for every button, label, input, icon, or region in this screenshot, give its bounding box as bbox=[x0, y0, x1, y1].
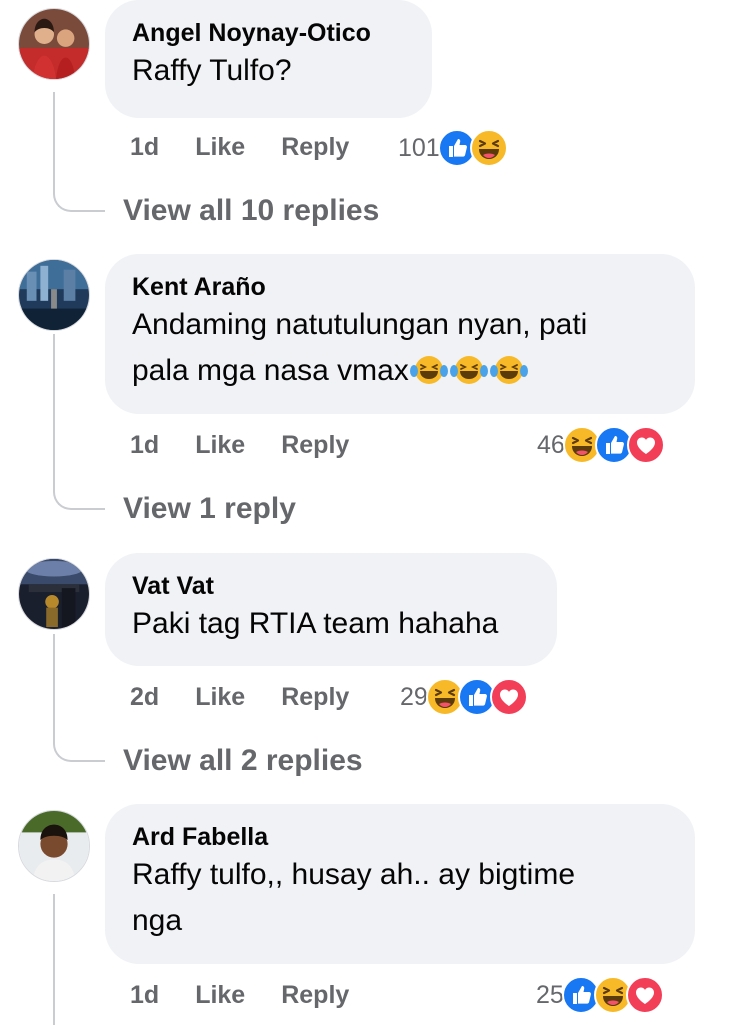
love-icon bbox=[627, 426, 665, 464]
laugh-crying-emoji bbox=[449, 354, 489, 386]
love-icon bbox=[626, 976, 664, 1014]
comment-bubble: Ard Fabella Raffy tulfo,, husay ah.. ay … bbox=[105, 804, 695, 964]
reaction-summary[interactable]: 101 bbox=[398, 127, 508, 169]
comment-time[interactable]: 1d bbox=[130, 431, 159, 460]
comment-text-line: Andaming natutulungan nyan, pati bbox=[132, 308, 588, 341]
reply-connector bbox=[53, 182, 105, 212]
comment-time[interactable]: 1d bbox=[130, 133, 159, 162]
comment-author[interactable]: Ard Fabella bbox=[132, 822, 667, 852]
haha-icon bbox=[470, 129, 508, 167]
comment-bubble: Vat Vat Paki tag RTIA team hahaha bbox=[105, 553, 557, 666]
avatar[interactable] bbox=[18, 8, 90, 80]
comment-actions: 1d Like Reply bbox=[130, 425, 385, 465]
comment-author[interactable]: Kent Araño bbox=[132, 272, 667, 302]
reply-connector bbox=[53, 480, 105, 510]
comment-bubble: Angel Noynay-Otico Raffy Tulfo? bbox=[105, 0, 432, 118]
comment-text-line: pala mga nasa vmax bbox=[132, 354, 409, 387]
like-button[interactable]: Like bbox=[195, 683, 245, 712]
laugh-crying-emoji bbox=[409, 354, 449, 386]
view-replies-link[interactable]: View 1 reply bbox=[123, 491, 296, 527]
reaction-count: 29 bbox=[400, 682, 428, 711]
comment-author[interactable]: Vat Vat bbox=[132, 571, 529, 601]
avatar[interactable] bbox=[18, 558, 90, 630]
reply-button[interactable]: Reply bbox=[281, 431, 349, 460]
like-button[interactable]: Like bbox=[195, 133, 245, 162]
comment-actions: 1d Like Reply bbox=[130, 127, 385, 167]
reaction-count: 101 bbox=[398, 133, 440, 162]
thread-line bbox=[53, 334, 55, 480]
reaction-summary[interactable]: 46 bbox=[537, 424, 665, 466]
love-icon bbox=[490, 678, 528, 716]
reaction-count: 25 bbox=[536, 980, 564, 1009]
comment-text-line: nga bbox=[132, 904, 183, 937]
reply-button[interactable]: Reply bbox=[281, 981, 349, 1010]
avatar[interactable] bbox=[18, 259, 90, 331]
reply-button[interactable]: Reply bbox=[281, 133, 349, 162]
thread-line bbox=[53, 894, 55, 1025]
like-button[interactable]: Like bbox=[195, 981, 245, 1010]
comment-actions: 2d Like Reply bbox=[130, 677, 385, 717]
reaction-count: 46 bbox=[537, 430, 565, 459]
comment-bubble: Kent Araño Andaming natutulungan nyan, p… bbox=[105, 254, 695, 414]
comment-text: Raffy Tulfo? bbox=[132, 54, 292, 87]
like-button[interactable]: Like bbox=[195, 431, 245, 460]
comment-time[interactable]: 2d bbox=[130, 683, 159, 712]
comment-actions: 1d Like Reply bbox=[130, 975, 385, 1015]
thread-line bbox=[53, 634, 55, 732]
thread-line bbox=[53, 92, 55, 182]
comment-text: Raffy tulfo,, husay ah.. ay bigtime nga bbox=[132, 852, 667, 944]
comment-text-line: Raffy tulfo,, husay ah.. ay bigtime bbox=[132, 858, 576, 891]
reply-connector bbox=[53, 732, 105, 762]
comment-text: Andaming natutulungan nyan, pati pala mg… bbox=[132, 302, 667, 394]
reaction-summary[interactable]: 29 bbox=[400, 676, 528, 718]
comment-text: Paki tag RTIA team hahaha bbox=[132, 607, 499, 640]
comment-author[interactable]: Angel Noynay-Otico bbox=[132, 18, 404, 48]
laugh-crying-emoji bbox=[489, 354, 529, 386]
view-replies-link[interactable]: View all 2 replies bbox=[123, 743, 363, 779]
reply-button[interactable]: Reply bbox=[281, 683, 349, 712]
avatar[interactable] bbox=[18, 810, 90, 882]
view-replies-link[interactable]: View all 10 replies bbox=[123, 193, 379, 229]
comment-time[interactable]: 1d bbox=[130, 981, 159, 1010]
reaction-summary[interactable]: 25 bbox=[536, 974, 664, 1016]
